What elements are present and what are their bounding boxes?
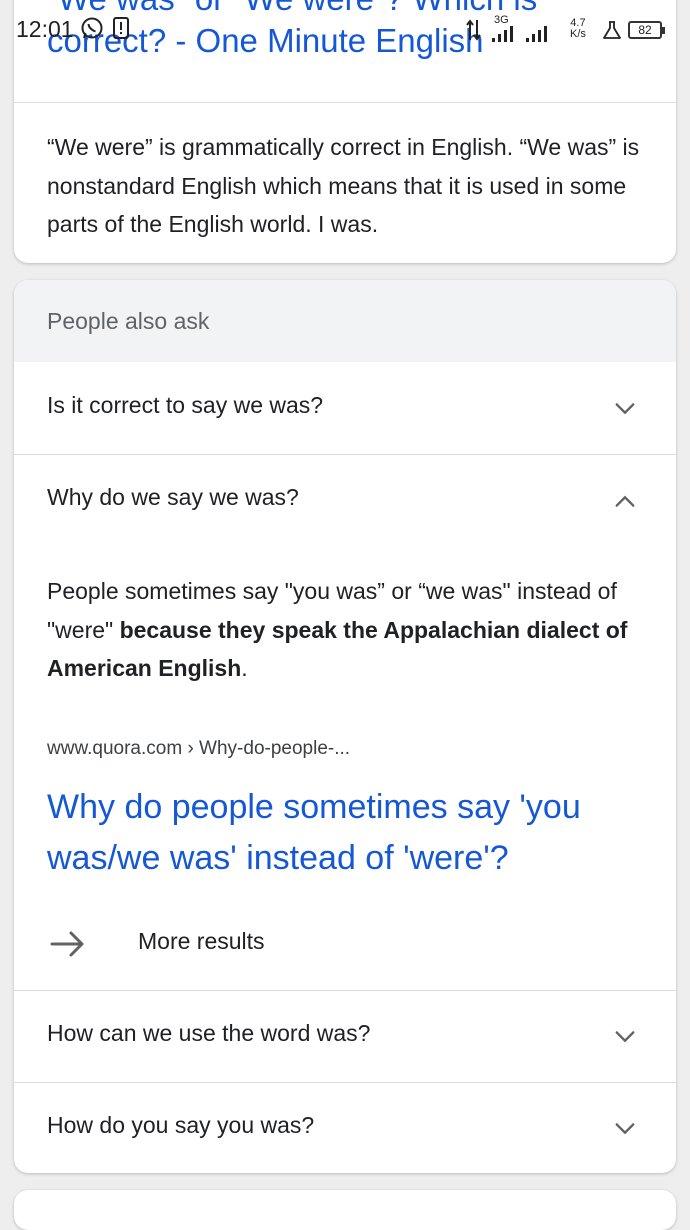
divider (14, 102, 676, 103)
status-bar: 12:01 3G 4.7 K/s 82 (0, 0, 690, 50)
paa-header-label: People also ask (47, 308, 210, 334)
answer-text-bold: because they speak the Appalachian diale… (47, 616, 628, 682)
whatsapp-icon (81, 17, 103, 39)
network-speed: 4.7 K/s (570, 18, 586, 40)
signal-strength-icon (492, 26, 547, 42)
arrow-right-icon (50, 931, 84, 957)
more-results-label: More results (138, 928, 265, 954)
paa-answer-text: People sometimes say "you was” or “we wa… (47, 572, 647, 688)
paa-question-4[interactable]: How do you say you was? (14, 1082, 676, 1173)
chevron-down-icon[interactable] (614, 398, 636, 420)
people-also-ask-card: People also ask Is it correct to say we … (14, 280, 676, 1173)
answer-link-title[interactable]: Why do people sometimes say 'you was/we … (47, 782, 667, 884)
paa-question-text: How can we use the word was? (47, 1020, 371, 1046)
answer-text-after: . (241, 655, 248, 681)
chevron-up-icon[interactable] (614, 490, 636, 512)
status-time: 12:01 (16, 16, 74, 42)
notification-alert-icon (113, 17, 129, 39)
flask-icon (603, 21, 621, 39)
answer-source-url[interactable]: www.quora.com › Why-do-people-... (47, 738, 350, 760)
paa-question-1[interactable]: Is it correct to say we was? (14, 362, 676, 454)
chevron-down-icon[interactable] (614, 1026, 636, 1048)
result-snippet: “We were” is grammatically correct in En… (47, 134, 640, 237)
next-result-card (14, 1190, 676, 1230)
chevron-down-icon[interactable] (614, 1118, 636, 1140)
paa-question-text: Is it correct to say we was? (47, 392, 324, 418)
paa-question-text: How do you say you was? (47, 1112, 315, 1138)
paa-question-text: Why do we say we was? (47, 484, 299, 510)
paa-header: People also ask (14, 280, 676, 362)
more-results-button[interactable]: More results (14, 908, 676, 990)
paa-question-2[interactable]: Why do we say we was? (14, 454, 676, 546)
paa-question-3[interactable]: How can we use the word was? (14, 990, 676, 1082)
net-speed-unit: K/s (570, 28, 586, 40)
battery-icon: 82 (628, 21, 665, 39)
data-transfer-icon (466, 19, 481, 41)
